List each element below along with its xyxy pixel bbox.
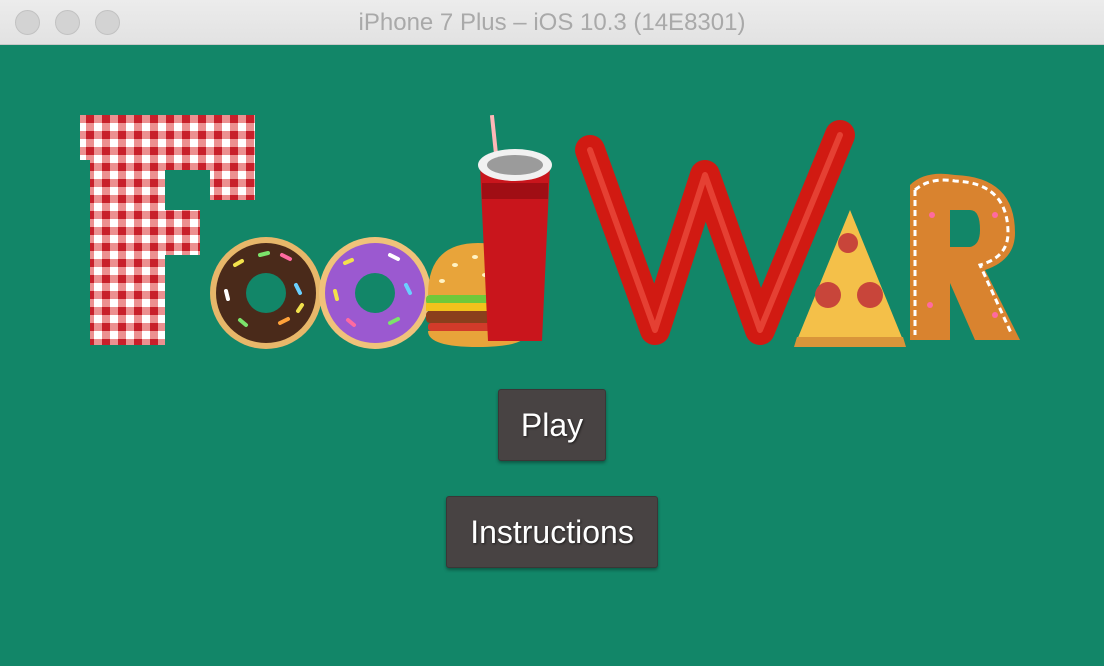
letter-o-purple-donut <box>319 237 431 349</box>
food-war-logo <box>70 115 1030 355</box>
window-title: iPhone 7 Plus – iOS 10.3 (14E8301) <box>358 9 746 36</box>
letter-r-cookie <box>910 173 1020 340</box>
letter-w-ketchup <box>575 120 855 345</box>
play-button[interactable]: Play <box>498 389 606 461</box>
letter-o-chocolate-donut <box>210 237 322 349</box>
title-bar: iPhone 7 Plus – iOS 10.3 (14E8301) <box>0 0 1104 45</box>
simulator-window: iPhone 7 Plus – iOS 10.3 (14E8301) Play … <box>0 0 1104 666</box>
letter-l-soda-cup <box>478 115 552 341</box>
instructions-button[interactable]: Instructions <box>446 496 658 568</box>
